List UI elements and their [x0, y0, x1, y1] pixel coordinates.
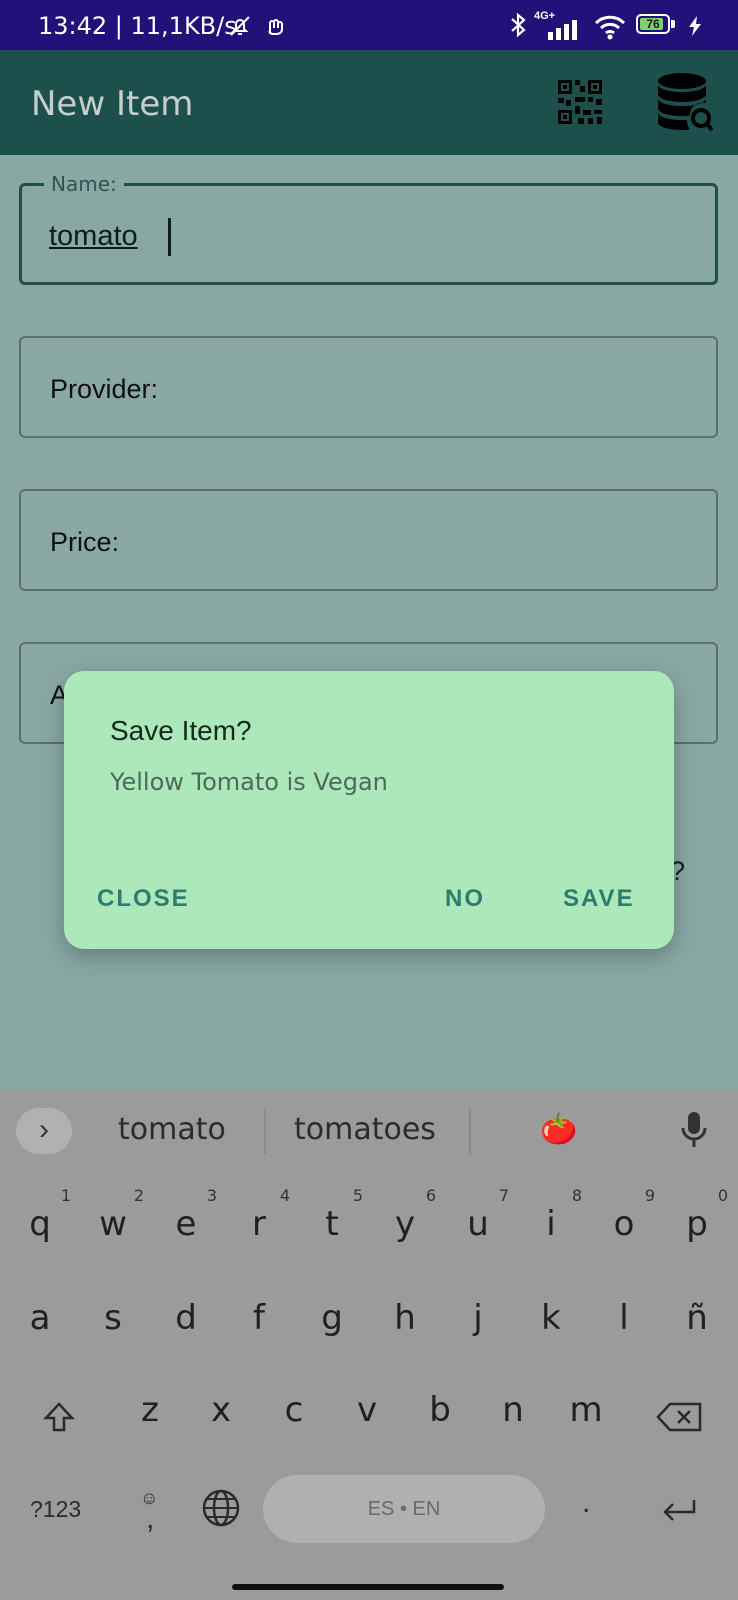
charging-icon [689, 16, 701, 36]
backspace-icon[interactable] [656, 1402, 702, 1432]
status-bar: 13:42 | 11,1KB/s 4G+ 76 [0, 0, 738, 50]
key-f[interactable]: f [224, 1298, 294, 1338]
provider-label: Provider: [50, 374, 159, 404]
key-t[interactable]: t5 [297, 1186, 367, 1244]
key-x[interactable]: x [186, 1390, 256, 1430]
key-b[interactable]: b [405, 1390, 475, 1430]
key-j[interactable]: j [443, 1298, 513, 1338]
provider-field[interactable]: Provider: [19, 336, 718, 438]
gesture-icon [268, 19, 283, 35]
key-d[interactable]: d [151, 1298, 221, 1338]
status-time: 13:42 | 11,1KB/s [38, 12, 237, 40]
globe-icon[interactable] [201, 1488, 241, 1528]
enter-icon[interactable] [660, 1498, 698, 1526]
key-a[interactable]: a [5, 1298, 75, 1338]
key-q[interactable]: q1 [5, 1186, 75, 1244]
wifi-icon [594, 15, 626, 40]
key-v[interactable]: v [332, 1390, 402, 1430]
key-z[interactable]: z [115, 1390, 185, 1430]
key-r[interactable]: r4 [224, 1186, 294, 1244]
key-s[interactable]: s [78, 1298, 148, 1338]
key-o[interactable]: o9 [589, 1186, 659, 1244]
name-field[interactable]: Name: tomato [19, 172, 718, 285]
space-bar[interactable]: ES • EN [263, 1475, 545, 1543]
save-button[interactable]: SAVE [563, 885, 635, 913]
key-n-tilde[interactable]: ñ [662, 1298, 732, 1338]
key-u[interactable]: u7 [443, 1186, 513, 1244]
key-h[interactable]: h [370, 1298, 440, 1338]
save-item-dialog: Save Item? Yellow Tomato is Vegan CLOSE … [64, 671, 674, 949]
app-bar: New Item [0, 50, 738, 155]
key-i[interactable]: i8 [516, 1186, 586, 1244]
suggestion-bar: › tomato tomatoes 🍅 [0, 1090, 738, 1172]
period-key[interactable]: . [582, 1486, 590, 1520]
suggestion-2[interactable]: tomatoes [294, 1112, 436, 1147]
chevron-right-icon[interactable]: › [16, 1108, 72, 1154]
signal-icon [548, 20, 577, 40]
bell-off-icon [230, 16, 250, 36]
key-m[interactable]: m [551, 1390, 621, 1430]
database-search-icon[interactable] [657, 72, 713, 132]
microphone-icon[interactable] [680, 1110, 708, 1150]
key-w[interactable]: w2 [78, 1186, 148, 1244]
dialog-message: Yellow Tomato is Vegan [110, 768, 388, 796]
comma-key[interactable]: , [146, 1502, 154, 1536]
key-y[interactable]: y6 [370, 1186, 440, 1244]
close-button[interactable]: CLOSE [97, 885, 190, 913]
symbols-key[interactable]: ?123 [30, 1496, 81, 1523]
key-l[interactable]: l [589, 1298, 659, 1338]
key-n[interactable]: n [478, 1390, 548, 1430]
key-c[interactable]: c [259, 1390, 329, 1430]
suggestion-emoji[interactable]: 🍅 [540, 1112, 577, 1147]
bluetooth-icon [511, 12, 526, 38]
text-caret [168, 218, 171, 256]
name-label: Name: [44, 172, 124, 196]
key-g[interactable]: g [297, 1298, 367, 1338]
shift-icon[interactable] [42, 1400, 76, 1434]
key-k[interactable]: k [516, 1298, 586, 1338]
price-field[interactable]: Price: [19, 489, 718, 591]
name-input[interactable]: tomato [49, 220, 138, 253]
battery-icon: 76 [636, 14, 670, 34]
keyboard: › tomato tomatoes 🍅 q1 w2 e3 r4 t5 y6 u7… [0, 1090, 738, 1600]
suggestion-1[interactable]: tomato [118, 1112, 226, 1147]
key-p[interactable]: p0 [662, 1186, 732, 1244]
key-e[interactable]: e3 [151, 1186, 221, 1244]
page-title: New Item [31, 84, 194, 124]
dialog-title: Save Item? [110, 715, 252, 746]
gesture-nav-bar[interactable] [232, 1584, 504, 1590]
qr-code-icon[interactable] [558, 80, 602, 124]
no-button[interactable]: NO [445, 885, 485, 913]
price-label: Price: [50, 527, 120, 557]
